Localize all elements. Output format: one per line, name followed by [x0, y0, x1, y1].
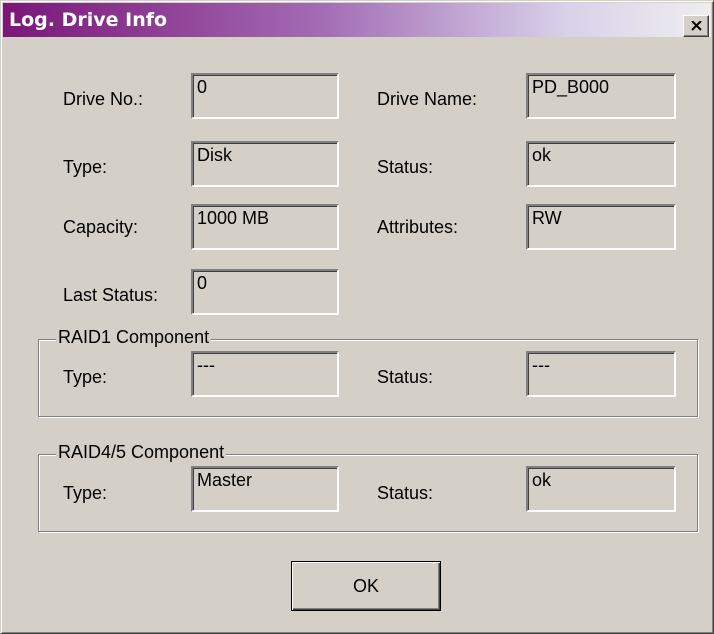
status-label: Status: [377, 157, 434, 177]
raid45-type-field: Master [191, 466, 339, 512]
raid1-group-title: RAID1 Component [56, 327, 212, 348]
attributes-field: RW [526, 204, 676, 250]
close-icon [691, 21, 702, 31]
close-button[interactable] [683, 15, 709, 37]
raid45-type-label: Type: [63, 483, 108, 503]
capacity-field: 1000 MB [191, 204, 339, 250]
last-status-label: Last Status: [63, 285, 159, 305]
drive-no-field: 0 [191, 73, 339, 119]
status-field: ok [526, 141, 676, 187]
drive-info-dialog: Log. Drive Info Drive No.: 0 Drive Name:… [0, 0, 714, 634]
raid1-status-field: --- [526, 351, 676, 397]
drive-name-label: Drive Name: [377, 89, 478, 109]
capacity-label: Capacity: [63, 217, 139, 237]
title-bar[interactable]: Log. Drive Info [3, 3, 711, 37]
last-status-field: 0 [191, 269, 339, 315]
raid1-status-label: Status: [377, 367, 434, 387]
raid1-type-field: --- [191, 351, 339, 397]
window-title: Log. Drive Info [9, 9, 168, 31]
type-label: Type: [63, 157, 108, 177]
drive-no-label: Drive No.: [63, 89, 144, 109]
ok-button[interactable]: OK [291, 561, 441, 611]
drive-name-field: PD_B000 [526, 73, 676, 119]
raid45-status-field: ok [526, 466, 676, 512]
type-field: Disk [191, 141, 339, 187]
raid45-group-title: RAID4/5 Component [56, 442, 227, 463]
attributes-label: Attributes: [377, 217, 459, 237]
raid45-status-label: Status: [377, 483, 434, 503]
raid1-type-label: Type: [63, 367, 108, 387]
